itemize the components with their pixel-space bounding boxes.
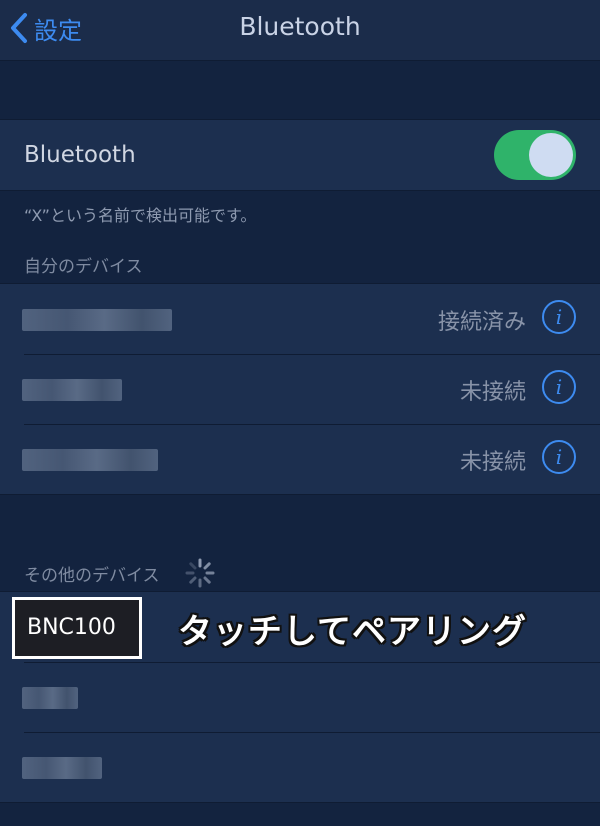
loading-spinner-icon [185,558,215,588]
bluetooth-row: Bluetooth [0,120,600,190]
device-row[interactable]: 接続済み i [0,284,600,354]
info-icon[interactable]: i [542,440,576,474]
toggle-knob [529,133,573,177]
bnc100-device-name: BNC100 [27,615,116,640]
device-row[interactable] [0,662,600,732]
info-icon[interactable]: i [542,370,576,404]
redacted-device-name [22,687,78,709]
redacted-device-name [22,449,158,471]
device-status: 未接続 [459,380,526,405]
bluetooth-toggle-group: Bluetooth [0,119,600,191]
pairing-annotation: タッチしてペアリング [178,612,527,652]
my-devices-header: 自分のデバイス [24,257,143,277]
bluetooth-label: Bluetooth [24,142,136,168]
device-row[interactable]: 未接続 i [0,354,600,424]
my-devices-list: 接続済み i 未接続 i 未接続 i [0,283,600,495]
redacted-device-name [22,309,172,331]
page-title: Bluetooth [239,12,361,41]
bnc100-device-highlight[interactable]: BNC100 [12,597,142,659]
device-row[interactable] [0,732,600,802]
navigation-bar: 設定 Bluetooth [0,0,600,61]
info-icon[interactable]: i [542,300,576,334]
discoverable-note: “X”という名前で検出可能です。 [24,206,257,225]
bluetooth-toggle[interactable] [494,130,576,180]
device-status: 未接続 [459,450,526,475]
device-status: 接続済み [437,310,526,335]
redacted-device-name [22,379,122,401]
other-devices-header: その他のデバイス [24,566,160,586]
device-row[interactable]: 未接続 i [0,424,600,494]
redacted-device-name [22,757,102,779]
